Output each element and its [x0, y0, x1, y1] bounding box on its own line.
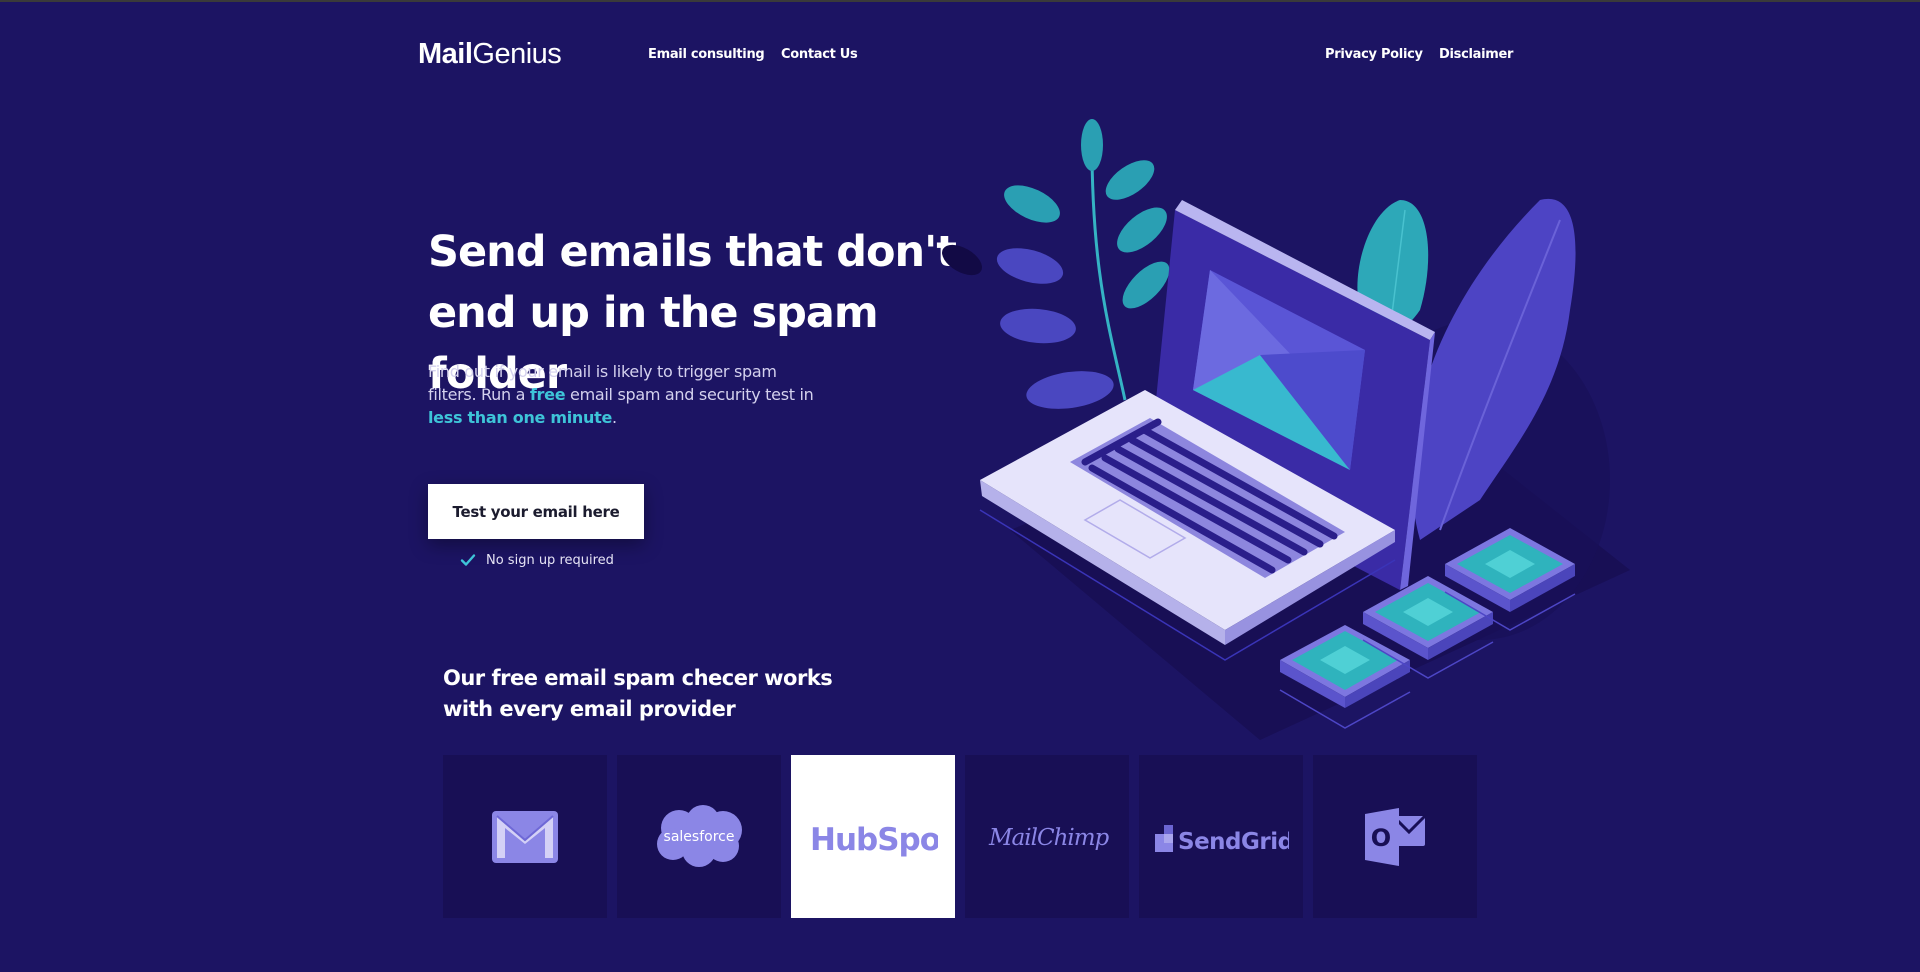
hubspot-logo: HubSpot — [810, 822, 938, 858]
svg-text:O: O — [1371, 824, 1391, 852]
no-signup-note: No sign up required — [460, 552, 614, 568]
providers-title: Our free email spam checer works with ev… — [443, 663, 863, 725]
top-navigation: MailGenius Email consulting Contact Us P… — [0, 0, 1920, 112]
desc-time: less than one minute — [428, 408, 612, 427]
svg-text:salesforce: salesforce — [664, 829, 735, 845]
hero-description: Find out if your email is likely to trig… — [428, 360, 828, 429]
checkmark-icon — [460, 554, 476, 566]
svg-text:MailChimp: MailChimp — [988, 825, 1109, 851]
gmail-icon — [492, 810, 558, 863]
nav-disclaimer[interactable]: Disclaimer — [1439, 47, 1513, 62]
mailchimp-logo: MailChimp — [988, 825, 1109, 851]
test-email-button[interactable]: Test your email here — [428, 484, 644, 539]
sendgrid-logo: SendGrid — [1155, 824, 1289, 855]
fern-leaf — [1081, 119, 1103, 171]
provider-tile-outlook[interactable]: O — [1313, 755, 1477, 918]
provider-tile-sendgrid[interactable]: SendGrid — [1139, 755, 1303, 918]
provider-list: salesforce HubSpot MailChimp SendGrid O — [443, 755, 1477, 918]
providers-title-line1: Our free email spam checer works — [443, 666, 833, 690]
svg-text:HubSpot: HubSpot — [810, 822, 938, 858]
no-signup-text: No sign up required — [486, 552, 614, 568]
provider-tile-salesforce[interactable]: salesforce — [617, 755, 781, 918]
desc-free: free — [529, 385, 566, 404]
provider-tile-mailchimp[interactable]: MailChimp — [965, 755, 1129, 918]
providers-title-line2: with every email provider — [443, 697, 736, 721]
hero-title-line1: Send emails that don't — [428, 227, 957, 277]
nav-email-consulting[interactable]: Email consulting — [648, 47, 765, 62]
mailgenius-logo[interactable]: MailGenius — [418, 38, 562, 71]
outlook-icon: O — [1365, 807, 1427, 866]
nav-contact-us[interactable]: Contact Us — [781, 47, 858, 62]
desc-end: . — [612, 408, 617, 427]
laptop-illustration — [942, 119, 1630, 740]
provider-tile-gmail[interactable] — [443, 755, 607, 918]
provider-tile-hubspot[interactable]: HubSpot — [791, 755, 955, 918]
desc-part2: email spam and security test in — [565, 385, 814, 404]
salesforce-logo: salesforce — [657, 804, 742, 867]
svg-text:SendGrid: SendGrid — [1178, 829, 1289, 855]
logo-bold: Mail — [418, 38, 473, 70]
logo-light: Genius — [472, 38, 562, 70]
nav-privacy-policy[interactable]: Privacy Policy — [1325, 47, 1423, 62]
